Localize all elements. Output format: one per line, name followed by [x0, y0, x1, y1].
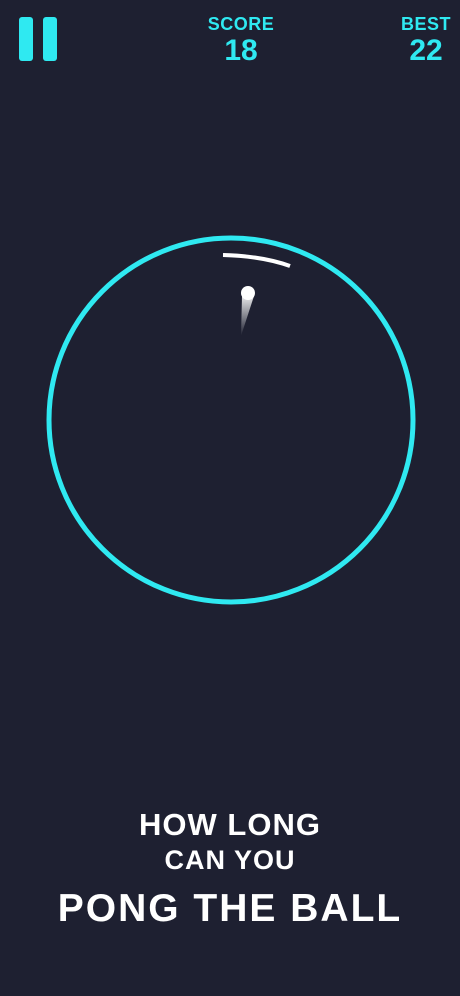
tagline-line-1: HOW LONG: [139, 807, 321, 842]
player-paddle[interactable]: [222, 253, 291, 268]
game-ball: [241, 286, 255, 300]
tagline-line-3: PONG THE BALL: [57, 887, 403, 930]
tagline-line-2: CAN YOU: [164, 845, 296, 875]
ball-trail: [241, 296, 254, 336]
arena-ring: [46, 235, 416, 605]
